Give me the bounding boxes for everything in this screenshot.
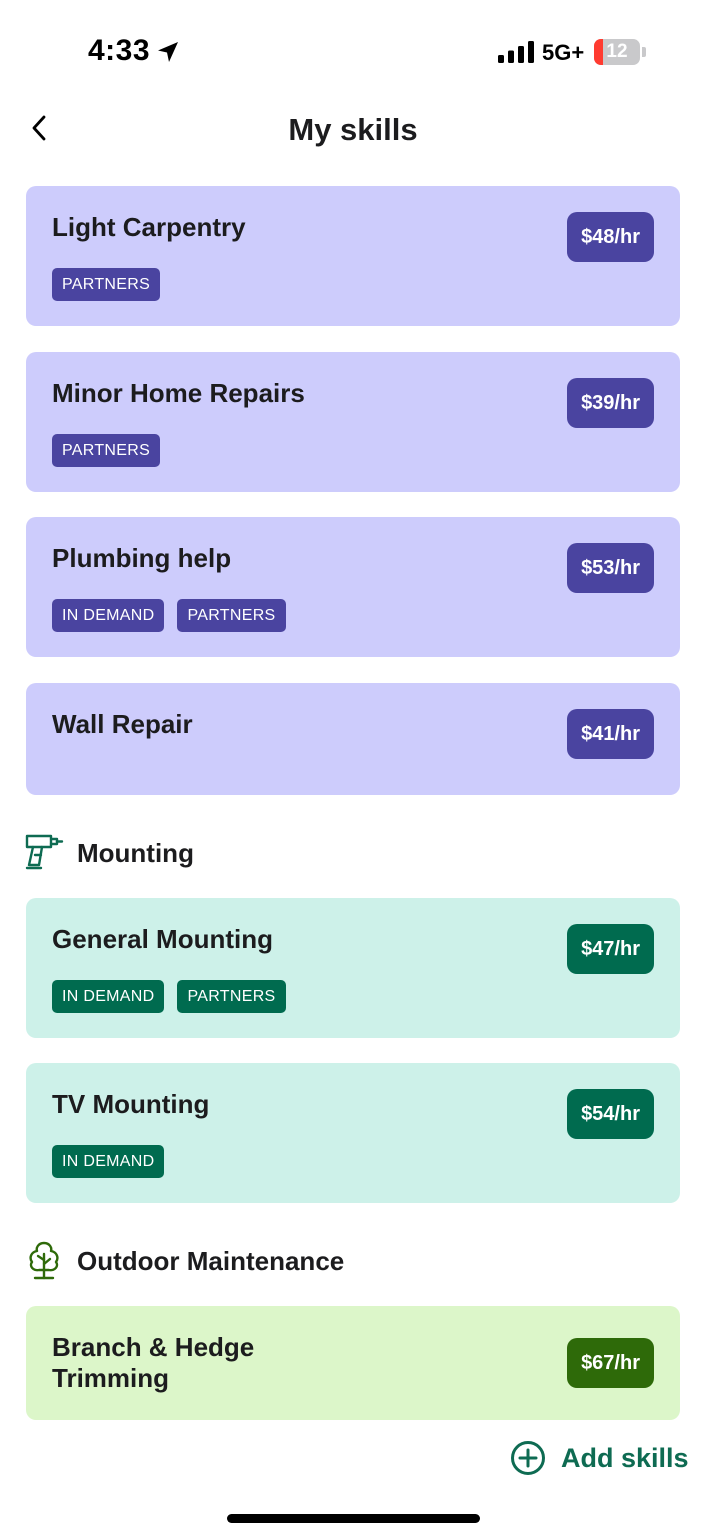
skill-name: Light Carpentry [52,212,246,242]
rate-badge: $41/hr [567,709,654,759]
drill-icon [25,834,64,870]
skill-name: Branch & Hedge Trimming [52,1332,255,1393]
rate-badge: $53/hr [567,543,654,593]
tree-icon [29,1241,59,1280]
skill-card-minor-home-repairs[interactable]: Minor Home Repairs $39/hr PARTNERS [26,352,680,492]
tag-list: IN DEMAND PARTNERS [52,980,286,1013]
rate-badge: $39/hr [567,378,654,428]
tag-in-demand: IN DEMAND [52,1145,165,1178]
add-skills-label: Add skills [561,1443,689,1473]
skill-name: Plumbing help [52,543,232,573]
status-time: 4:33 [88,34,151,67]
section-header-outdoor-maintenance: Outdoor Maintenance [24,1240,624,1282]
tag-partners: PARTNERS [52,434,161,467]
skill-card-branch-hedge-trimming[interactable]: Branch & Hedge Trimming $67/hr [26,1306,680,1420]
rate-badge: $67/hr [567,1338,654,1388]
tag-partners: PARTNERS [52,268,161,301]
status-bar: 4:33 5G+ 12 [0,0,706,100]
section-header-mounting: Mounting [24,832,624,874]
home-indicator [227,1514,480,1523]
skill-name: Wall Repair [52,709,193,739]
section-title: Outdoor Maintenance [77,1246,345,1276]
plus-circle-icon [511,1441,545,1475]
tag-list: IN DEMAND PARTNERS [52,599,286,632]
cellular-signal-icon [498,41,534,63]
skill-card-light-carpentry[interactable]: Light Carpentry $48/hr PARTNERS [26,186,680,326]
tag-list: IN DEMAND [52,1145,165,1178]
skill-name: General Mounting [52,924,273,954]
tag-partners: PARTNERS [177,599,286,632]
skill-name: Minor Home Repairs [52,378,305,408]
skill-card-general-mounting[interactable]: General Mounting $47/hr IN DEMAND PARTNE… [26,898,680,1038]
battery-level: 12 [606,41,628,62]
tag-partners: PARTNERS [177,980,286,1013]
skill-card-tv-mounting[interactable]: TV Mounting $54/hr IN DEMAND [26,1063,680,1203]
rate-badge: $48/hr [567,212,654,262]
section-title: Mounting [77,838,194,868]
page-title: My skills [288,112,418,147]
add-skills-button[interactable]: Add skills [510,1440,690,1480]
tag-in-demand: IN DEMAND [52,599,165,632]
location-arrow-icon [158,42,178,62]
battery-icon: 12 [594,39,646,65]
tag-list: PARTNERS [52,434,161,467]
tag-list: PARTNERS [52,268,161,301]
tag-in-demand: IN DEMAND [52,980,165,1013]
nav-bar: My skills [0,100,706,160]
skill-card-wall-repair[interactable]: Wall Repair $41/hr [26,683,680,795]
skill-name: TV Mounting [52,1089,210,1119]
network-type: 5G+ [542,40,585,65]
rate-badge: $47/hr [567,924,654,974]
skill-card-plumbing-help[interactable]: Plumbing help $53/hr IN DEMAND PARTNERS [26,517,680,657]
rate-badge: $54/hr [567,1089,654,1139]
